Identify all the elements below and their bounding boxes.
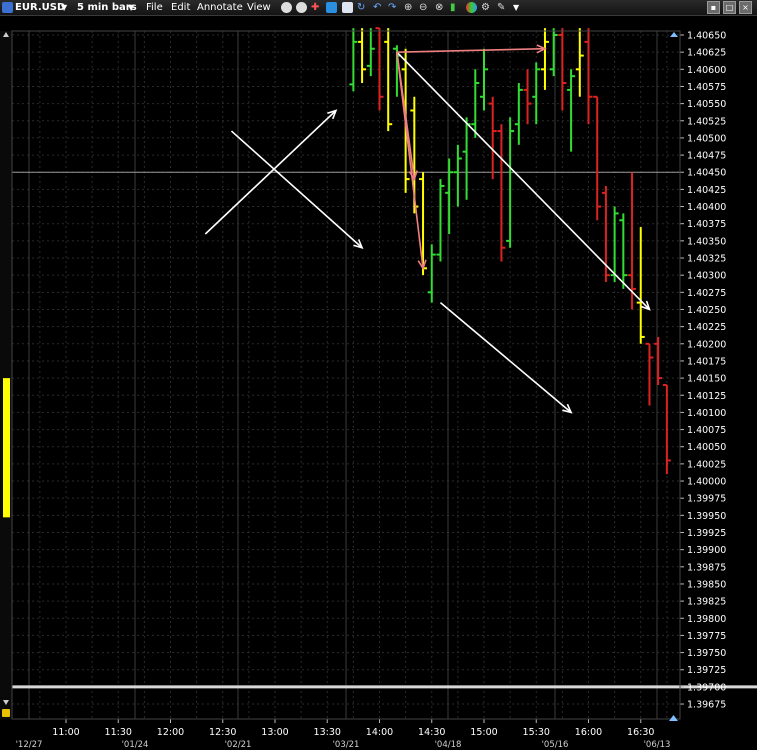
price-tick-label: 1.40275 bbox=[687, 288, 726, 299]
scroll-down-icon bbox=[3, 700, 9, 705]
time-tick-label: 11:30 bbox=[105, 727, 132, 738]
price-tick-label: 1.40100 bbox=[687, 408, 726, 419]
price-tick-label: 1.39675 bbox=[687, 700, 726, 711]
price-tick-label: 1.40225 bbox=[687, 322, 726, 333]
price-axis: 1.40650 1.40625 1.40600 1.40575 1.40550 1.405… bbox=[680, 31, 726, 711]
price-tick-label: 1.40200 bbox=[687, 339, 726, 350]
price-tick-label: 1.40525 bbox=[687, 116, 726, 127]
price-chart: 1.40650 1.40625 1.40600 1.40575 1.40550 1.405… bbox=[2, 27, 757, 750]
price-tick-label: 1.40025 bbox=[687, 459, 726, 470]
date-tick-label: '06/13 bbox=[644, 740, 671, 750]
price-tick-label: 1.39925 bbox=[687, 528, 726, 539]
price-tick-label: 1.39875 bbox=[687, 562, 726, 573]
time-tick-label: 11:00 bbox=[52, 727, 79, 738]
price-tick-label: 1.40425 bbox=[687, 185, 726, 196]
date-tick-label: '05/16 bbox=[542, 740, 569, 750]
price-tick-label: 1.39975 bbox=[687, 494, 726, 505]
price-tick-label: 1.40450 bbox=[687, 168, 726, 179]
price-tick-label: 1.39750 bbox=[687, 648, 726, 659]
date-tick-label: '01/24 bbox=[122, 740, 149, 750]
time-tick-label: 14:30 bbox=[418, 727, 445, 738]
price-tick-label: 1.40550 bbox=[687, 99, 726, 110]
date-tick-label: '02/21 bbox=[225, 740, 252, 750]
price-tick-label: 1.39825 bbox=[687, 597, 726, 608]
price-tick-label: 1.39725 bbox=[687, 665, 726, 676]
time-tick-label: 16:30 bbox=[627, 727, 654, 738]
time-tick-label: 14:00 bbox=[366, 727, 393, 738]
price-tick-label: 1.40500 bbox=[687, 133, 726, 144]
time-tick-label: 12:30 bbox=[209, 727, 236, 738]
lock-icon bbox=[2, 709, 10, 717]
time-tick-label: 13:00 bbox=[261, 727, 288, 738]
price-tick-label: 1.39775 bbox=[687, 631, 726, 642]
price-tick-label: 1.40350 bbox=[687, 236, 726, 247]
time-tick-label: 15:00 bbox=[470, 727, 497, 738]
price-tick-label: 1.40375 bbox=[687, 219, 726, 230]
scroll-up-icon bbox=[3, 32, 9, 37]
price-tick-label: 1.39850 bbox=[687, 579, 726, 590]
price-tick-label: 1.40125 bbox=[687, 391, 726, 402]
time-tick-label: 16:00 bbox=[575, 727, 602, 738]
price-tick-label: 1.39800 bbox=[687, 614, 726, 625]
chart-grid bbox=[12, 31, 757, 719]
price-tick-label: 1.39900 bbox=[687, 545, 726, 556]
date-tick-label: '04/18 bbox=[435, 740, 462, 750]
date-tick-label: '12/27 bbox=[16, 740, 43, 750]
time-tick-label: 13:30 bbox=[314, 727, 341, 738]
price-tick-label: 1.40300 bbox=[687, 271, 726, 282]
price-tick-label: 1.39700 bbox=[687, 682, 726, 693]
price-tick-label: 1.40650 bbox=[687, 31, 726, 42]
price-tick-label: 1.40600 bbox=[687, 65, 726, 76]
price-tick-label: 1.40150 bbox=[687, 374, 726, 385]
price-tick-label: 1.40050 bbox=[687, 442, 726, 453]
price-tick-label: 1.40475 bbox=[687, 151, 726, 162]
price-tick-label: 1.40575 bbox=[687, 82, 726, 93]
price-tick-label: 1.40175 bbox=[687, 356, 726, 367]
price-tick-label: 1.39950 bbox=[687, 511, 726, 522]
time-tick-label: 15:30 bbox=[523, 727, 550, 738]
price-tick-label: 1.40250 bbox=[687, 305, 726, 316]
price-tick-label: 1.40000 bbox=[687, 477, 726, 488]
time-axis: 11:00 11:30 12:00 12:30 13:00 13:30 14:00 14:30… bbox=[12, 719, 680, 750]
date-tick-label: '03/21 bbox=[333, 740, 360, 750]
price-tick-label: 1.40325 bbox=[687, 254, 726, 265]
price-tick-label: 1.40625 bbox=[687, 48, 726, 59]
price-tick-label: 1.40400 bbox=[687, 202, 726, 213]
price-tick-label: 1.40075 bbox=[687, 425, 726, 436]
visible-range-marker bbox=[3, 378, 10, 518]
time-tick-label: 12:00 bbox=[157, 727, 184, 738]
